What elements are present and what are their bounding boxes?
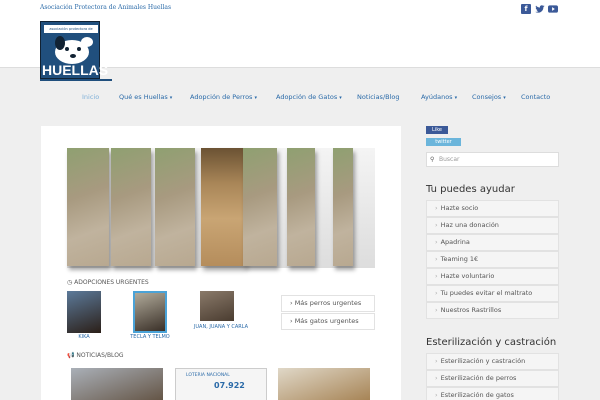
list-item[interactable]: › Hazte voluntario — [426, 268, 559, 285]
blog-post-image[interactable] — [71, 368, 163, 400]
facebook-icon[interactable]: f — [521, 4, 531, 14]
chevron-down-icon: ▾ — [169, 95, 173, 101]
main-content: ◷ ADOPCIONES URGENTES KIKA TECLA Y TELMO… — [41, 126, 401, 400]
chevron-down-icon: ▾ — [454, 95, 458, 101]
list-item[interactable]: › Esterilización de gatos — [426, 387, 559, 400]
blog-post-image[interactable] — [278, 368, 370, 400]
blog-lottery-label: LOTERIA NACIONAL — [186, 373, 230, 378]
sterilization-widget-list: › Esterilización y castración › Esteriliza… — [426, 353, 559, 400]
help-widget-title: Tu puedes ayudar — [426, 184, 515, 195]
thumb-caption[interactable]: KIKA — [54, 334, 114, 340]
nav-item-contacto[interactable]: Contacto — [521, 93, 550, 101]
chevron-right-icon: › — [435, 238, 438, 246]
gallery-slice — [111, 148, 151, 266]
chevron-right-icon: › — [290, 317, 293, 325]
logo-box: asociación protectora de animales HUELLA… — [40, 21, 109, 79]
urgent-adoptions-heading: ◷ ADOPCIONES URGENTES — [67, 279, 149, 286]
nav-item-consejos[interactable]: Consejos ▾ — [472, 93, 506, 101]
urgent-thumb-kika[interactable] — [67, 291, 101, 333]
top-bar: Asociación Protectora de Animales Huella… — [0, 0, 600, 18]
help-widget-list: › Hazte socio › Haz una donación › Apadrina… — [426, 200, 559, 319]
search-input[interactable]: ⚲ Buscar — [426, 152, 559, 167]
chevron-right-icon: › — [435, 255, 438, 263]
gallery-slice — [287, 148, 315, 266]
logo-underline — [40, 79, 112, 81]
nav-item-inicio[interactable]: Inicio — [82, 93, 99, 101]
urgent-thumb-juan-juana-carla[interactable] — [200, 291, 234, 321]
chevron-right-icon: › — [435, 289, 438, 297]
facebook-like-button[interactable]: Like — [426, 126, 448, 134]
chevron-right-icon: › — [435, 306, 438, 314]
youtube-icon[interactable] — [548, 4, 558, 14]
list-item[interactable]: › Nuestros Rastrillos — [426, 302, 559, 319]
list-item[interactable]: › Haz una donación — [426, 217, 559, 234]
list-item[interactable]: › Esterilización y castración — [426, 353, 559, 370]
chevron-right-icon: › — [435, 391, 438, 399]
gallery-dog-photo — [201, 148, 245, 266]
nav-item-que-es-huellas[interactable]: Qué es Huellas ▾ — [119, 93, 172, 101]
gallery-slice — [155, 148, 195, 266]
logo-header-text: asociación protectora de animales — [44, 25, 98, 39]
nav-item-adopcion-perros[interactable]: Adopción de Perros ▾ — [190, 93, 257, 101]
chevron-right-icon: › — [435, 357, 438, 365]
urgent-links: › Más perros urgentes › Más gatos urgent… — [281, 295, 375, 331]
chevron-down-icon: ▾ — [503, 95, 506, 101]
chevron-right-icon: › — [290, 299, 293, 307]
megaphone-icon: 📢 — [67, 352, 75, 359]
gallery-slice — [67, 148, 109, 266]
blog-post-image[interactable]: LOTERIA NACIONAL 07.922 — [175, 368, 267, 400]
chevron-down-icon: ▾ — [339, 95, 342, 101]
clock-icon: ◷ — [67, 279, 73, 286]
logo-wordmark: HUELLAS — [42, 62, 109, 78]
thumb-caption[interactable]: JUAN, JUANA Y CARLA — [192, 324, 250, 330]
list-item[interactable]: › Esterilización de perros — [426, 370, 559, 387]
chevron-down-icon: ▾ — [254, 95, 257, 101]
blog-lottery-number: 07.922 — [214, 381, 245, 390]
chevron-right-icon: › — [435, 221, 438, 229]
image-gallery-slider[interactable] — [67, 148, 375, 268]
gallery-slice — [333, 148, 353, 266]
list-item[interactable]: › Tu puedes evitar el maltrato — [426, 285, 559, 302]
list-item[interactable]: › Apadrina — [426, 234, 559, 251]
chevron-right-icon: › — [435, 374, 438, 382]
thumb-caption[interactable]: TECLA Y TELMO — [120, 334, 180, 340]
sterilization-widget-title: Esterilización y castración — [426, 337, 557, 348]
twitter-follow-button[interactable]: twitter — [426, 138, 461, 146]
association-name[interactable]: Asociación Protectora de Animales Huella… — [40, 4, 171, 11]
blog-heading: 📢 NOTICIAS/BLOG — [67, 352, 124, 359]
list-item[interactable]: › Teaming 1€ — [426, 251, 559, 268]
twitter-icon[interactable] — [535, 4, 545, 14]
search-icon: ⚲ — [430, 156, 435, 163]
more-urgent-dogs-link[interactable]: › Más perros urgentes — [281, 295, 375, 312]
chevron-right-icon: › — [435, 272, 438, 280]
gallery-slice — [243, 148, 277, 266]
dog-icon — [55, 36, 93, 64]
site-header: asociación protectora de animales HUELLA… — [0, 18, 600, 81]
more-urgent-cats-link[interactable]: › Más gatos urgentes — [281, 313, 375, 330]
urgent-thumb-tecla-telmo[interactable] — [133, 291, 167, 333]
nav-item-ayudanos[interactable]: Ayúdanos ▾ — [421, 93, 457, 101]
nav-item-noticias-blog[interactable]: Noticias/Blog — [357, 93, 400, 101]
list-item[interactable]: › Hazte socio — [426, 200, 559, 217]
chevron-right-icon: › — [435, 204, 438, 212]
nav-item-adopcion-gatos[interactable]: Adopción de Gatos ▾ — [276, 93, 342, 101]
site-logo[interactable]: asociación protectora de animales HUELLA… — [40, 21, 112, 82]
main-nav: Inicio Qué es Huellas ▾ Adopción de Perro… — [0, 93, 600, 113]
